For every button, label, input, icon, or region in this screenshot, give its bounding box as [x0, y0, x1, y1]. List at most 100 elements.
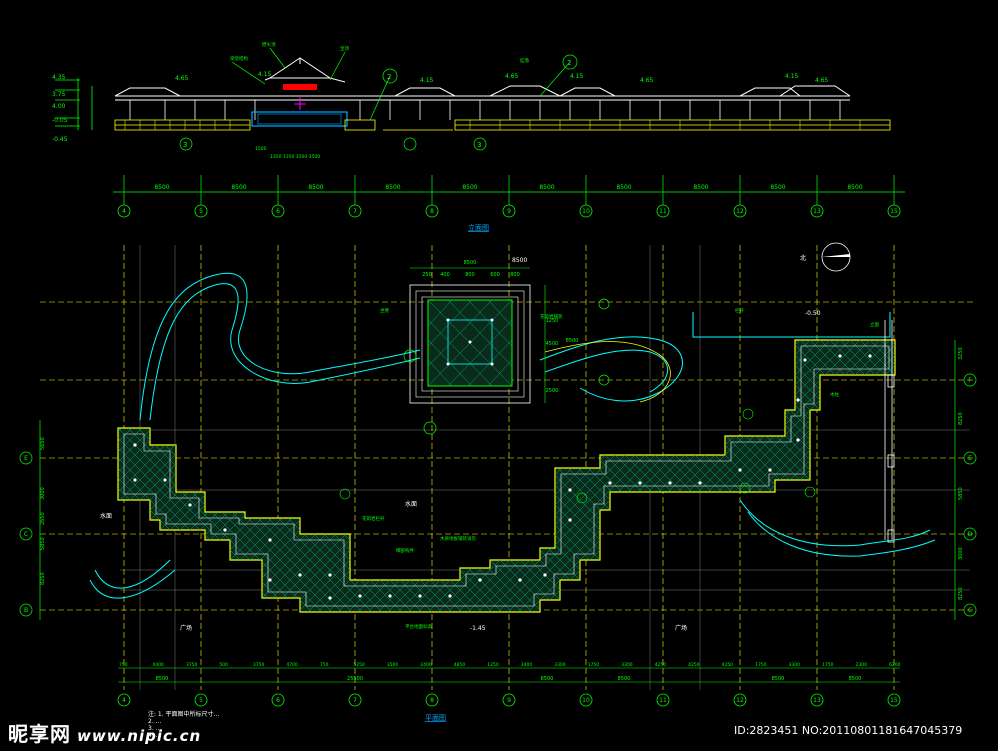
fine-dim: 3750 — [253, 662, 265, 668]
column-post — [698, 481, 702, 485]
svg-text:花岗岩栏杆: 花岗岩栏杆 — [362, 515, 385, 522]
level-label: -0.45 — [52, 136, 68, 143]
axis-label: 5 — [199, 697, 203, 704]
span-dim: 8500 — [385, 184, 400, 191]
pavilion-dim: 4500 — [546, 341, 559, 347]
span-dim: 8500 — [154, 184, 169, 191]
span-dim: 8500 — [308, 184, 323, 191]
level-mark: -1.45 — [470, 625, 486, 632]
column-post — [738, 468, 742, 472]
fine-dim: 1750 — [822, 662, 834, 668]
grid-row-label: F — [968, 377, 972, 384]
axis-label: 13 — [813, 697, 821, 704]
column-post — [328, 573, 332, 577]
level-label: 4.65 — [815, 77, 829, 84]
column-post — [298, 573, 302, 577]
fine-dim: 3300 — [789, 662, 801, 668]
axis-label: 15 — [890, 208, 898, 215]
level-label: 4.65 — [505, 73, 519, 80]
dim-right: 8250 — [958, 587, 964, 600]
column-post — [268, 538, 272, 542]
fine-dim: 1750 — [755, 662, 767, 668]
svg-text:梁架结构: 梁架结构 — [230, 55, 248, 62]
fine-dim: 5250 — [353, 662, 365, 668]
column-post — [358, 594, 362, 598]
pavilion-dim: 400 — [440, 272, 450, 278]
axis-label: 9 — [507, 208, 511, 215]
dim-left: 5650 — [40, 437, 46, 450]
level-label: 4.15 — [258, 71, 272, 78]
level-label: 4.15 — [570, 73, 584, 80]
grid-row-label: E — [24, 455, 28, 462]
axis-label: 4 — [122, 697, 126, 704]
column-post — [638, 481, 642, 485]
axis-label: 12 — [736, 697, 744, 704]
column-post — [568, 488, 572, 492]
axis-label: 8 — [430, 208, 434, 215]
fine-dim: 750 — [320, 662, 329, 668]
north-label: 北 — [800, 254, 806, 262]
level-label: 4.65 — [640, 77, 654, 84]
grid-row-label: D — [968, 531, 973, 538]
column-post — [868, 354, 872, 358]
column-post — [188, 503, 192, 507]
column-post — [388, 594, 392, 598]
column-post — [803, 358, 807, 362]
axis-label: 7 — [353, 697, 357, 704]
level-label: 3.75 — [52, 91, 66, 98]
fine-dim: 4250 — [688, 662, 700, 668]
dim-right: 3000 — [958, 547, 964, 560]
axis-label: 6 — [276, 697, 280, 704]
main-dim: 8500 — [772, 676, 785, 682]
column-post — [448, 594, 452, 598]
column-post — [796, 438, 800, 442]
span-dim: 8500 — [231, 184, 246, 191]
main-dim: 8500 — [541, 676, 554, 682]
grid-row-label: B — [24, 607, 28, 614]
grid-row-label: C — [968, 607, 972, 614]
svg-text:花岗岩铺装: 花岗岩铺装 — [540, 313, 563, 320]
watermark-logo: 昵享网 www.nipic.cn — [8, 718, 201, 747]
grid-row-label: C — [24, 531, 28, 538]
svg-text:1350 1350 3500 3500: 1350 1350 3500 3500 — [270, 154, 320, 160]
svg-text:1500: 1500 — [255, 146, 267, 152]
axis-label: 10 — [582, 208, 590, 215]
pavilion-dim: 250 — [422, 272, 432, 278]
plaza-label: 广场 — [675, 624, 687, 632]
svg-text:坐凳: 坐凳 — [380, 307, 389, 314]
fine-dim: 3750 — [186, 662, 198, 668]
plaza-label: 广场 — [180, 624, 192, 632]
axis-label: 10 — [582, 697, 590, 704]
axis-label: 8 — [430, 697, 434, 704]
column-post — [768, 468, 772, 472]
svg-text:细部构件: 细部构件 — [396, 547, 414, 554]
svg-text:木质地板铺装详见: 木质地板铺装详见 — [440, 535, 476, 542]
column-post — [163, 478, 167, 482]
level-label: 4.35 — [52, 74, 66, 81]
column-post — [133, 443, 137, 447]
main-dim: 8500 — [849, 676, 862, 682]
watermark-brand: 昵享网 — [8, 722, 71, 746]
pavilion-dim: 600 — [490, 272, 500, 278]
water-label: 水面 — [100, 512, 112, 520]
dim-right: 3250 — [958, 347, 964, 360]
span-dim: 8500 — [462, 184, 477, 191]
column-post — [568, 518, 572, 522]
main-dim: 8500 — [156, 676, 169, 682]
main-dim: 25500 — [347, 676, 363, 682]
fine-dim: 3500 — [387, 662, 399, 668]
pavilion-sign — [283, 84, 317, 90]
axis-label: 6 — [276, 208, 280, 215]
water-label: 水面 — [405, 500, 417, 508]
axis-label: 11 — [659, 208, 667, 215]
pavilion-dim: 8500 — [464, 260, 477, 266]
column-post — [518, 578, 522, 582]
column-post — [478, 578, 482, 582]
fine-dim: 4850 — [454, 662, 466, 668]
span-dim: 8500 — [693, 184, 708, 191]
svg-text:挂落: 挂落 — [520, 57, 529, 64]
fine-dim: 1750 — [588, 662, 600, 668]
dim-left: 2650 — [40, 512, 46, 525]
axis-label: 13 — [813, 208, 821, 215]
pavilion-dim: 800 — [510, 272, 520, 278]
